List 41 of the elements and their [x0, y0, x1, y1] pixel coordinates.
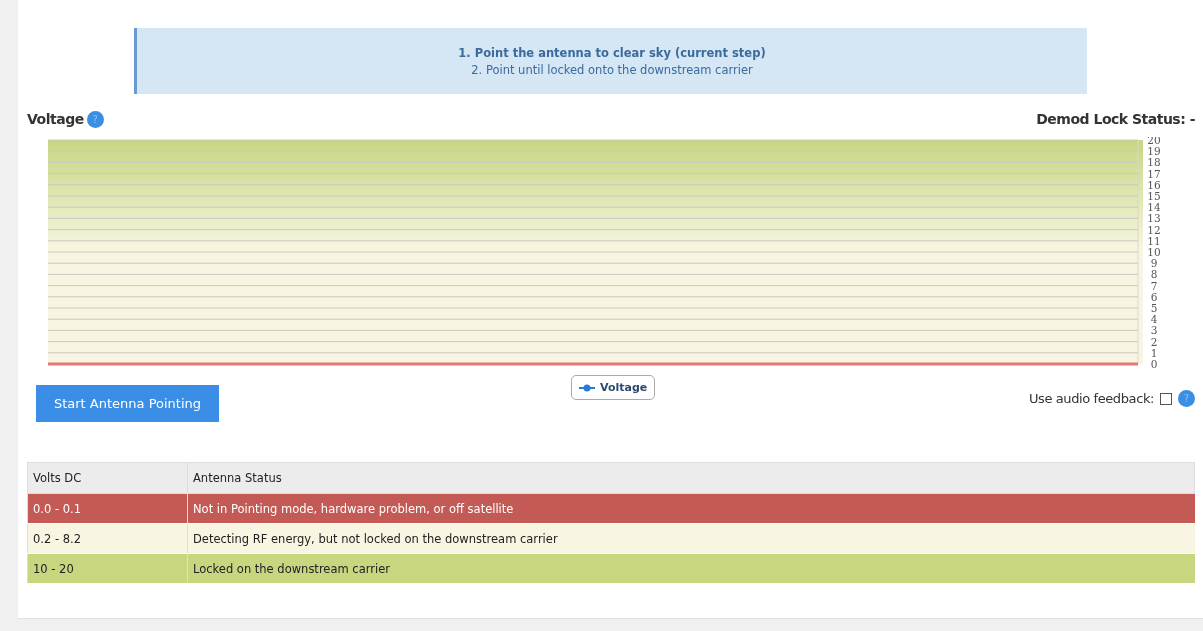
help-icon[interactable]: ? [86, 110, 104, 128]
y-tick-label: 8 [1150, 268, 1158, 281]
y-tick-label: 1 [1150, 346, 1158, 359]
help-icon[interactable]: ? [1178, 390, 1195, 407]
instruction-step: 2. Point until locked onto the downstream carrier [471, 62, 753, 77]
table-cell: 0.2 - 8.2 [27, 523, 188, 554]
y-tick-label: 6 [1150, 290, 1158, 303]
start-pointing-button[interactable]: Start Antenna Pointing [36, 385, 219, 422]
y-tick-label: 15 [1147, 190, 1161, 202]
y-tick-label: 16 [1147, 178, 1161, 191]
table-cell: Detecting RF energy, but not locked on the downstream carrier [187, 523, 1195, 554]
y-tick-label: 0 [1150, 358, 1158, 369]
y-tick-label: 11 [1147, 234, 1161, 247]
table-cell: 0.0 - 0.1 [27, 493, 188, 524]
chart-legend[interactable]: Voltage [571, 375, 656, 400]
audio-feedback-label: Use audio feedback: [1028, 391, 1154, 406]
table-cell: Not in Pointing mode, hardware problem, or off satellite [187, 493, 1195, 524]
y-tick-label: 12 [1147, 223, 1161, 236]
y-tick-label: 7 [1150, 279, 1158, 292]
table-cell: Locked on the downstream carrier [187, 553, 1195, 584]
demod-lock-status: Demod Lock Status: - [1036, 111, 1195, 127]
y-tick-label: 14 [1147, 201, 1161, 214]
y-tick-label: 4 [1150, 313, 1158, 326]
instruction-step: 1. Point the antenna to clear sky (current step) [458, 45, 766, 60]
y-tick-label: 20 [1147, 137, 1161, 146]
y-tick-label: 2 [1150, 335, 1158, 348]
y-tick-label: 17 [1147, 167, 1161, 180]
legend-marker-icon [579, 383, 595, 392]
y-tick-label: 9 [1150, 257, 1158, 270]
y-tick-label: 10 [1147, 246, 1161, 258]
audio-feedback-checkbox[interactable] [1160, 392, 1172, 405]
column-header: Volts DC [27, 462, 188, 494]
y-tick-label: 13 [1147, 212, 1161, 225]
y-tick-label: 5 [1150, 302, 1158, 314]
column-header: Antenna Status [187, 462, 1195, 494]
chart-title: Voltage [27, 111, 84, 127]
y-tick-label: 19 [1147, 145, 1161, 158]
y-tick-label: 3 [1150, 324, 1158, 337]
legend-label: Voltage [600, 381, 648, 394]
y-tick-label: 18 [1147, 156, 1161, 169]
table-cell: 10 - 20 [27, 553, 188, 584]
